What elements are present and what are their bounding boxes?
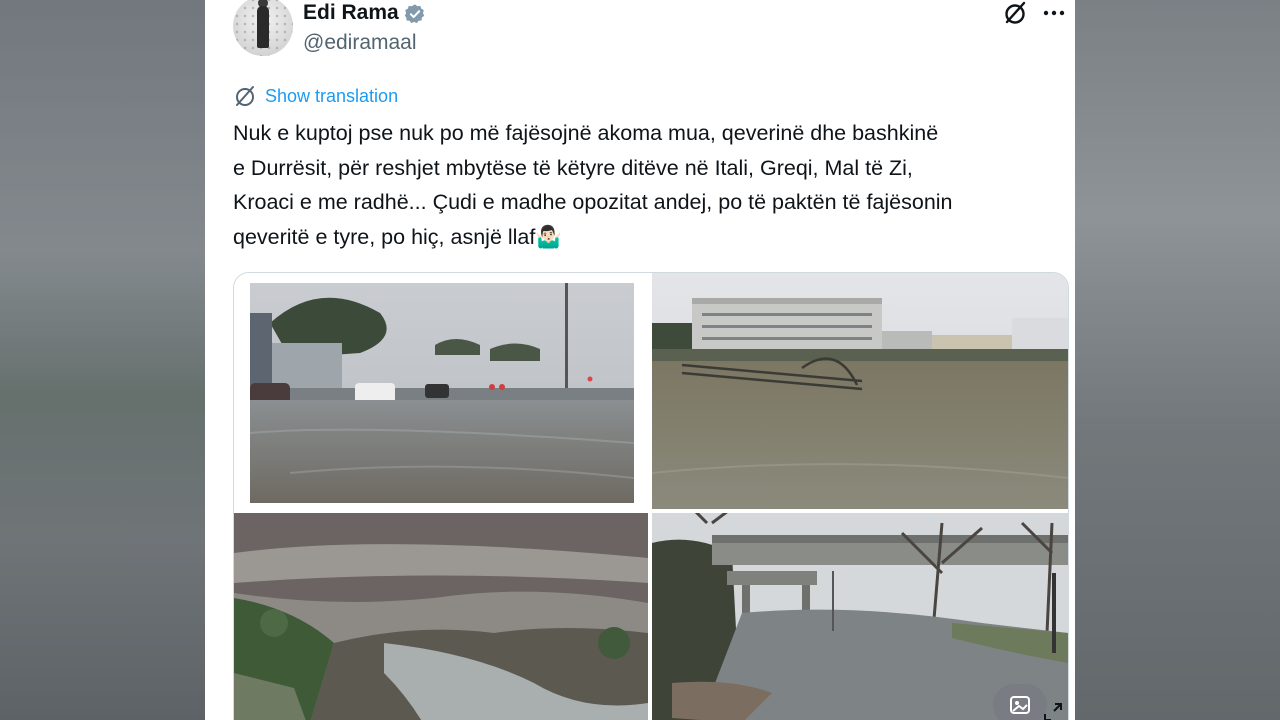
more-icon[interactable] [1041, 0, 1067, 26]
media-grid [233, 272, 1069, 720]
translate-icon [236, 86, 254, 106]
show-translation-button[interactable]: Show translation [233, 83, 398, 109]
expand-icon[interactable] [1041, 700, 1065, 720]
grok-icon[interactable] [1002, 0, 1028, 26]
flooded-building-photo[interactable] [652, 273, 1068, 509]
tweet-card: Edi Rama @ediramaal Show translation Nuk… [205, 0, 1075, 720]
blurred-background-left [0, 0, 205, 720]
author-name[interactable]: Edi Rama [303, 1, 399, 25]
blurred-background-right [1075, 0, 1280, 720]
image-description-button[interactable] [993, 684, 1047, 720]
author-handle[interactable]: @ediramaal [303, 31, 417, 55]
flooded-valley-photo[interactable] [234, 513, 648, 720]
show-translation-label[interactable]: Show translation [265, 86, 398, 107]
flooded-street-photo[interactable] [234, 273, 648, 509]
tweet-text: Nuk e kuptoj pse nuk po më fajësojnë ako… [233, 121, 953, 249]
avatar[interactable] [233, 0, 293, 56]
image-icon [1010, 696, 1030, 714]
verified-badge-icon [404, 4, 425, 24]
